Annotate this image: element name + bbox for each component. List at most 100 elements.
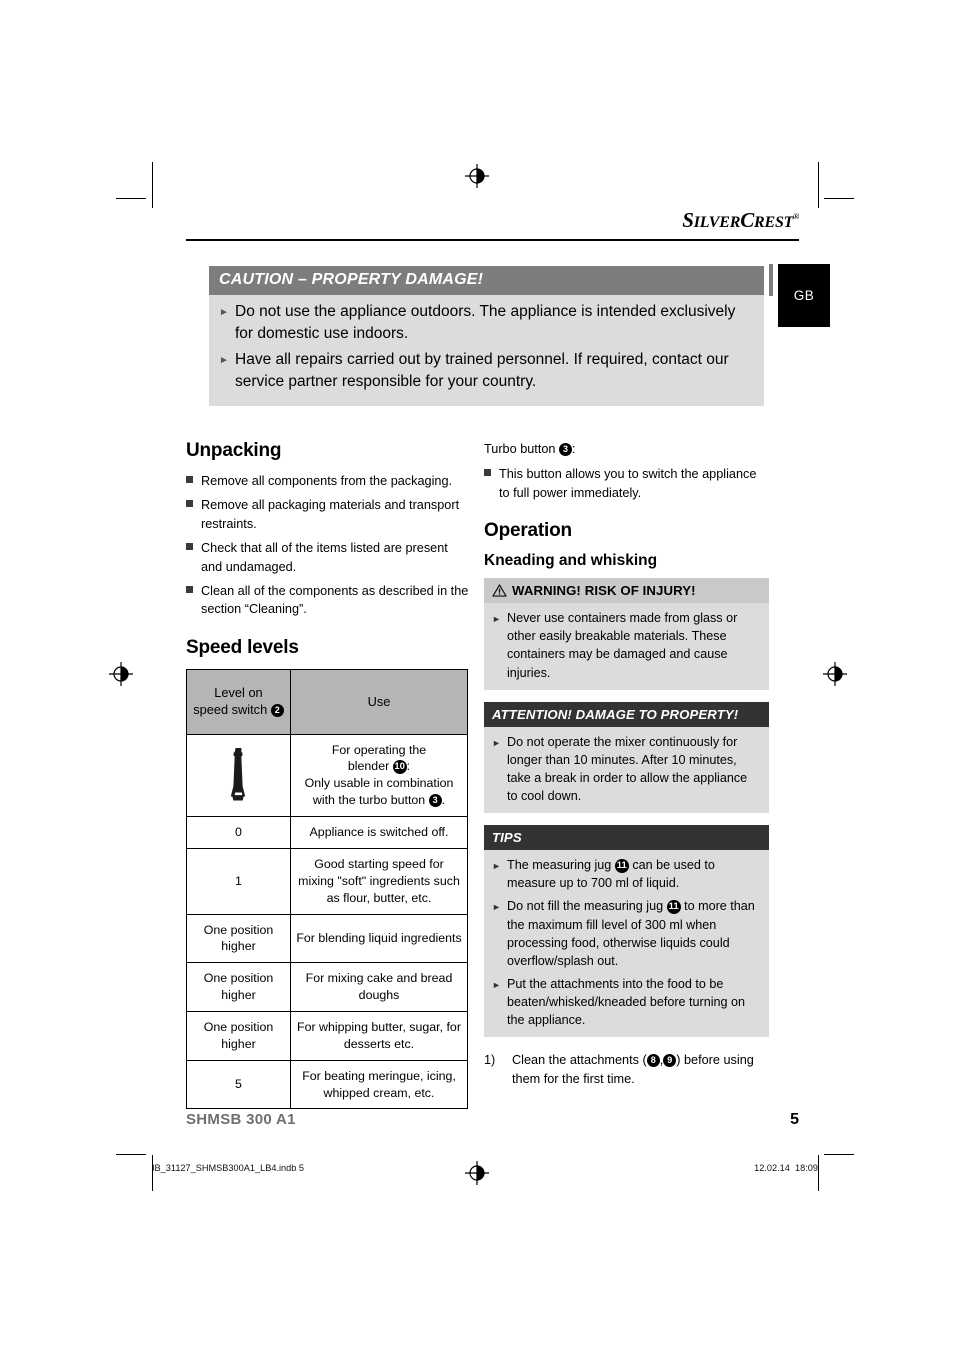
use-line2-prefix: blender <box>347 759 390 774</box>
use-line4-prefix: with the turbo button <box>312 793 426 808</box>
cell-level: One position higher <box>186 1010 291 1061</box>
caution-list: ► Do not use the appliance outdoors. The… <box>209 295 764 393</box>
square-bullet-icon <box>186 496 201 533</box>
warning-triangle-icon <box>492 584 507 597</box>
list-item: ► Do not operate the mixer continuously f… <box>492 733 759 806</box>
tip-prefix: Do not fill the measuring jug <box>507 899 664 914</box>
registration-target-top <box>464 163 490 189</box>
list-item-text: This button allows you to switch the app… <box>499 467 757 500</box>
silvercrest-logo: SILVERCREST® <box>186 210 799 231</box>
square-bullet-icon <box>484 465 499 502</box>
list-item-text: Clean all of the components as described… <box>201 584 469 617</box>
list-item: Clean all of the components as described… <box>186 582 471 619</box>
crop-mark-top-right-vertical <box>818 162 819 208</box>
cell-use: For mixing cake and bread doughs <box>290 962 468 1012</box>
use-line1: For operating the <box>331 742 427 757</box>
warning-risk-of-injury-box: WARNING! RISK OF INJURY! ► Never use cont… <box>484 578 769 690</box>
kneading-whisking-subheading: Kneading and whisking <box>484 552 658 570</box>
speed-levels-table: Level on speed switch 2 Use For operatin… <box>186 668 468 1110</box>
right-column: Turbo button 3: This button allows you t… <box>484 440 769 1088</box>
print-time: 18:09 <box>795 1163 818 1173</box>
list-item: ► Put the attachments into the food to b… <box>492 975 759 1029</box>
triangle-bullet-icon: ► <box>492 979 501 990</box>
left-column: Unpacking Remove all components from the… <box>186 440 471 1110</box>
badge-turbo-button: 3 <box>559 443 573 456</box>
page-number: 5 <box>790 1111 799 1128</box>
list-item: ► The measuring jug 11 can be used to me… <box>492 856 759 892</box>
logo-c: C <box>740 208 754 232</box>
header-line2: speed switch <box>193 702 268 718</box>
triangle-bullet-icon: ► <box>492 614 501 625</box>
use-line2-suffix: : <box>406 759 411 774</box>
cell-use: Appliance is switched off. <box>290 816 468 849</box>
language-tab-edge <box>769 264 773 296</box>
cell-level-blender <box>186 733 291 818</box>
logo-s: S <box>682 208 694 232</box>
list-item: ► Do not fill the measuring jug 11 to mo… <box>492 897 759 970</box>
operation-heading: Operation <box>484 520 572 542</box>
badge-measuring-jug: 11 <box>666 900 681 915</box>
cell-use: Good starting speed for mixing "soft" in… <box>290 847 468 915</box>
warning-list: ► Never use containers made from glass or… <box>492 609 759 682</box>
tips-heading: TIPS <box>484 825 769 851</box>
cell-use: For whipping butter, sugar, for desserts… <box>290 1010 468 1061</box>
triangle-bullet-icon: ► <box>492 902 501 913</box>
print-timestamp: 12.02.14 18:09 <box>754 1163 818 1173</box>
step-text-prefix: Clean the attachments ( <box>512 1053 647 1068</box>
badge-blender: 10 <box>392 760 407 775</box>
crop-mark-top-left-horizontal <box>116 198 146 199</box>
crop-mark-top-right-horizontal <box>824 198 854 199</box>
badge-attachment-b: 9 <box>663 1054 677 1068</box>
blender-attachment-icon <box>230 747 246 801</box>
caution-property-damage-box: CAUTION – PROPERTY DAMAGE! ► Do not use … <box>209 266 764 406</box>
unpacking-list: Remove all components from the packaging… <box>186 472 471 619</box>
caution-item-text: Do not use the appliance outdoors. The a… <box>235 303 736 342</box>
attention-list: ► Do not operate the mixer continuously f… <box>492 733 759 806</box>
print-rule-right <box>818 1155 819 1191</box>
caution-item: ► Have all repairs carried out by traine… <box>219 349 750 393</box>
badge-speed-switch: 2 <box>270 704 284 718</box>
triangle-bullet-icon: ► <box>219 307 229 318</box>
page-footer: SHMSB 300 A1 5 <box>186 1111 799 1129</box>
triangle-bullet-icon: ► <box>492 861 501 872</box>
table-header-level: Level on speed switch 2 <box>186 668 291 735</box>
list-item-text: Check that all of the items listed are p… <box>201 541 448 574</box>
square-bullet-icon <box>186 582 201 619</box>
turbo-label-prefix: Turbo button <box>484 442 556 456</box>
table-row: For operating the blender 10: Only usabl… <box>186 733 468 818</box>
cell-level: One position higher <box>186 913 291 964</box>
triangle-bullet-icon: ► <box>492 737 501 748</box>
list-item: Remove all components from the packaging… <box>186 472 471 490</box>
attention-damage-to-property-box: ATTENTION! DAMAGE TO PROPERTY! ► Do not o… <box>484 701 769 814</box>
logo-ilver: ILVER <box>693 214 741 231</box>
step-text: Clean the attachments (8, 9) before using… <box>512 1051 769 1088</box>
table-row: One position higher For mixing cake and … <box>186 962 468 1012</box>
crop-mark-bottom-left-horizontal <box>116 1154 146 1155</box>
badge-measuring-jug: 11 <box>614 859 629 874</box>
list-item: This button allows you to switch the app… <box>484 465 769 502</box>
badge-attachment-a: 8 <box>646 1054 660 1068</box>
header-line1: Level on <box>214 684 263 700</box>
header-divider <box>186 239 799 241</box>
table-row: One position higher For whipping butter,… <box>186 1010 468 1061</box>
registration-target-left <box>108 661 134 687</box>
list-item-text: The measuring jug 11 can be used to meas… <box>507 856 759 892</box>
table-row: 0 Appliance is switched off. <box>186 816 468 849</box>
language-tab-label: GB <box>793 288 815 303</box>
brand-logo-row: SILVERCREST® <box>186 210 799 231</box>
cell-level: 5 <box>186 1059 291 1110</box>
list-item-text: Remove all components from the packaging… <box>201 474 453 488</box>
crop-mark-bottom-right-horizontal <box>824 1154 854 1155</box>
use-line3: Only usable in combination <box>304 776 454 791</box>
table-header-row: Level on speed switch 2 Use <box>186 668 468 735</box>
print-date: 12.02.14 <box>754 1163 790 1173</box>
cell-use: For beating meringue, icing, whipped cre… <box>290 1059 468 1110</box>
logo-rest: REST <box>754 214 794 231</box>
table-header-use: Use <box>290 668 468 735</box>
cell-use: For blending liquid ingredients <box>290 913 468 964</box>
speed-levels-heading: Speed levels <box>186 636 299 658</box>
table-row: One position higher For blending liquid … <box>186 913 468 964</box>
cell-use-blender: For operating the blender 10: Only usabl… <box>290 733 468 818</box>
warning-heading-row: WARNING! RISK OF INJURY! <box>484 578 769 604</box>
crop-mark-top-left-vertical <box>152 162 153 208</box>
